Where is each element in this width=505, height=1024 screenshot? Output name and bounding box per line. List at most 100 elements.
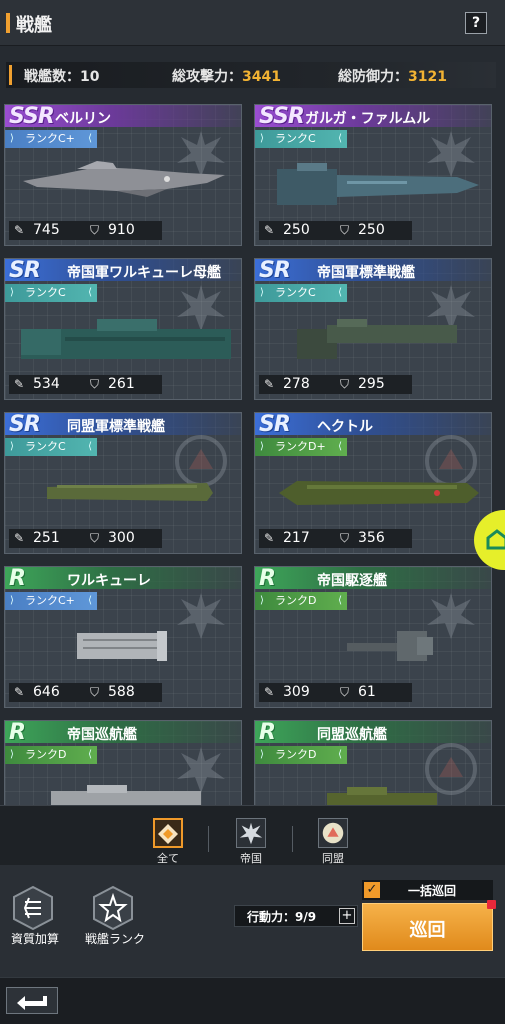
rarity-badge: R [9, 566, 26, 591]
rank-badge: ⟩ ランクC ⟨ [255, 130, 347, 148]
ship-card-empire-standard-battleship[interactable]: SR 帝国軍標準戦艦 ⟩ ランクC ⟨ ✎ 278 ⛉ 295 [254, 258, 492, 400]
ship-list[interactable]: SSR ベルリン ⟩ ランクC+ ⟨ ✎ 745 ⛉ 910 SSR ガルガ・ファル… [0, 100, 505, 805]
filter-divider [292, 826, 293, 852]
defense-value: 250 [358, 222, 385, 238]
ship-name: 帝国巡航艦 [67, 727, 137, 743]
rank-chevron-icon: ⟨ [338, 441, 342, 452]
defense-shield-icon: ⛉ [340, 531, 350, 545]
rank-badge: ⟩ ランクD ⟨ [255, 592, 347, 610]
rank-chevron-icon: ⟨ [88, 749, 92, 760]
defense-shield-icon: ⛉ [90, 377, 100, 391]
attack-value: 278 [283, 376, 310, 392]
attack-sword-icon: ✎ [264, 377, 275, 391]
back-arrow-icon [17, 996, 47, 1010]
filter-tab-alliance[interactable]: 同盟 [313, 818, 353, 865]
page-title: 戦艦 [16, 15, 52, 36]
ship-rank-star-icon [93, 885, 133, 931]
defense-shield-icon: ⛉ [340, 685, 350, 699]
defense-shield-icon: ⛉ [90, 531, 100, 545]
defense-shield-icon: ⛉ [90, 685, 100, 699]
empire-filter-icon [236, 818, 266, 848]
attack-sword-icon: ✎ [264, 223, 275, 237]
ship-name: ヘクトル [317, 419, 373, 435]
ship-stats: ✎ 646 ⛉ 588 [9, 683, 162, 702]
ship-card-empire-valkyrie-carrier[interactable]: SR 帝国軍ワルキューレ母艦 ⟩ ランクC ⟨ ✎ 534 ⛉ 261 [4, 258, 242, 400]
defense-value: 588 [108, 684, 135, 700]
ship-card-empire-destroyer[interactable]: R 帝国駆逐艦 ⟩ ランクD ⟨ ✎ 309 ⛉ 61 [254, 566, 492, 708]
resource-bonus-button[interactable]: 資質加算 [0, 885, 70, 947]
ship-card-empire-cruiser[interactable]: R 帝国巡航艦 ⟩ ランクD ⟨ [4, 720, 242, 805]
ship-card-hector[interactable]: SR ヘクトル ⟩ ランクD+ ⟨ ✎ 217 ⛉ 356 [254, 412, 492, 554]
header-bar: 戦艦 ? [0, 0, 505, 46]
ship-name: 帝国軍標準戦艦 [317, 265, 415, 281]
ship-name: ベルリン [55, 111, 111, 127]
rank-chevron-icon: ⟩ [10, 133, 14, 144]
ship-alliance-cruiser-image [327, 787, 437, 805]
filter-divider [208, 826, 209, 852]
filter-tab-all[interactable]: 全て [148, 818, 188, 865]
filter-tab-alliance-label: 同盟 [322, 852, 344, 865]
patrol-button[interactable]: 巡回 [362, 903, 493, 951]
rank-label: ランクD [25, 748, 67, 761]
help-button[interactable]: ? [465, 12, 487, 34]
rarity-badge: SR [259, 258, 291, 283]
rank-chevron-icon: ⟨ [88, 287, 92, 298]
rank-chevron-icon: ⟨ [338, 287, 342, 298]
ship-card-alliance-standard-battleship[interactable]: SR 同盟軍標準戦艦 ⟩ ランクC ⟨ ✎ 251 ⛉ 300 [4, 412, 242, 554]
back-button[interactable] [6, 987, 58, 1014]
ship-stats: ✎ 309 ⛉ 61 [259, 683, 412, 702]
ship-card-valkyrie[interactable]: R ワルキューレ ⟩ ランクC+ ⟨ ✎ 646 ⛉ 588 [4, 566, 242, 708]
ship-rank-label: 戦艦ランク [84, 932, 145, 946]
ship-hector-image [279, 481, 479, 505]
rank-label: ランクD+ [275, 440, 326, 453]
rank-chevron-icon: ⟨ [88, 133, 92, 144]
rank-label: ランクC+ [25, 594, 75, 607]
ship-count-value: 10 [80, 69, 100, 85]
ship-stats: ✎ 534 ⛉ 261 [9, 375, 162, 394]
home-icon [486, 529, 505, 550]
footer-bar [0, 977, 505, 1024]
attack-value: 250 [283, 222, 310, 238]
rarity-badge: SR [259, 412, 291, 437]
bulk-patrol-toggle[interactable]: ✓ 一括巡回 [362, 880, 493, 900]
attack-sword-icon: ✎ [264, 685, 275, 699]
fleet-stats-bar: 戦艦数：10 総攻撃力：3441 総防御力：3121 [6, 62, 496, 88]
action-points-label: 行動力：9/9 [247, 910, 317, 924]
stats-accent [9, 65, 12, 85]
filter-tab-empire[interactable]: 帝国 [231, 818, 271, 865]
rank-chevron-icon: ⟩ [10, 287, 14, 298]
rank-chevron-icon: ⟩ [10, 595, 14, 606]
attack-value: 745 [33, 222, 60, 238]
defense-shield-icon: ⛉ [340, 223, 350, 237]
ship-name: ガルガ・ファルムル [305, 111, 431, 127]
ship-card-berlin[interactable]: SSR ベルリン ⟩ ランクC+ ⟨ ✎ 745 ⛉ 910 [4, 104, 242, 246]
rank-chevron-icon: ⟨ [338, 749, 342, 760]
ship-garga-falmul-image [277, 163, 479, 205]
rarity-badge: SSR [259, 104, 305, 129]
ship-name: 帝国駆逐艦 [317, 573, 387, 589]
bulk-patrol-checkbox[interactable]: ✓ [364, 882, 380, 898]
ship-card-garga-falmul[interactable]: SSR ガルガ・ファルムル ⟩ ランクC ⟨ ✎ 250 ⛉ 250 [254, 104, 492, 246]
rarity-badge: R [259, 720, 276, 745]
total-attack: 総攻撃力：3441 [172, 66, 281, 86]
resource-bonus-icon [13, 885, 53, 931]
ship-rank-button[interactable]: 戦艦ランク [80, 885, 150, 947]
total-attack-value: 3441 [242, 69, 281, 85]
all-filter-icon [153, 818, 183, 848]
defense-value: 261 [108, 376, 135, 392]
ship-count-label: 戦艦数： [24, 69, 80, 85]
add-action-points-button[interactable]: + [339, 908, 355, 924]
filter-tab-empire-label: 帝国 [240, 852, 262, 865]
rarity-badge: R [9, 720, 26, 745]
ship-stats: ✎ 217 ⛉ 356 [259, 529, 412, 548]
defense-shield-icon: ⛉ [90, 223, 100, 237]
rank-chevron-icon: ⟩ [260, 749, 264, 760]
rank-chevron-icon: ⟩ [260, 287, 264, 298]
ship-stats: ✎ 250 ⛉ 250 [259, 221, 412, 240]
attack-value: 251 [33, 530, 60, 546]
attack-value: 646 [33, 684, 60, 700]
ship-card-alliance-cruiser[interactable]: R 同盟巡航艦 ⟩ ランクD ⟨ [254, 720, 492, 805]
rank-label: ランクC [25, 286, 66, 299]
rank-label: ランクD [275, 594, 317, 607]
attack-value: 217 [283, 530, 310, 546]
